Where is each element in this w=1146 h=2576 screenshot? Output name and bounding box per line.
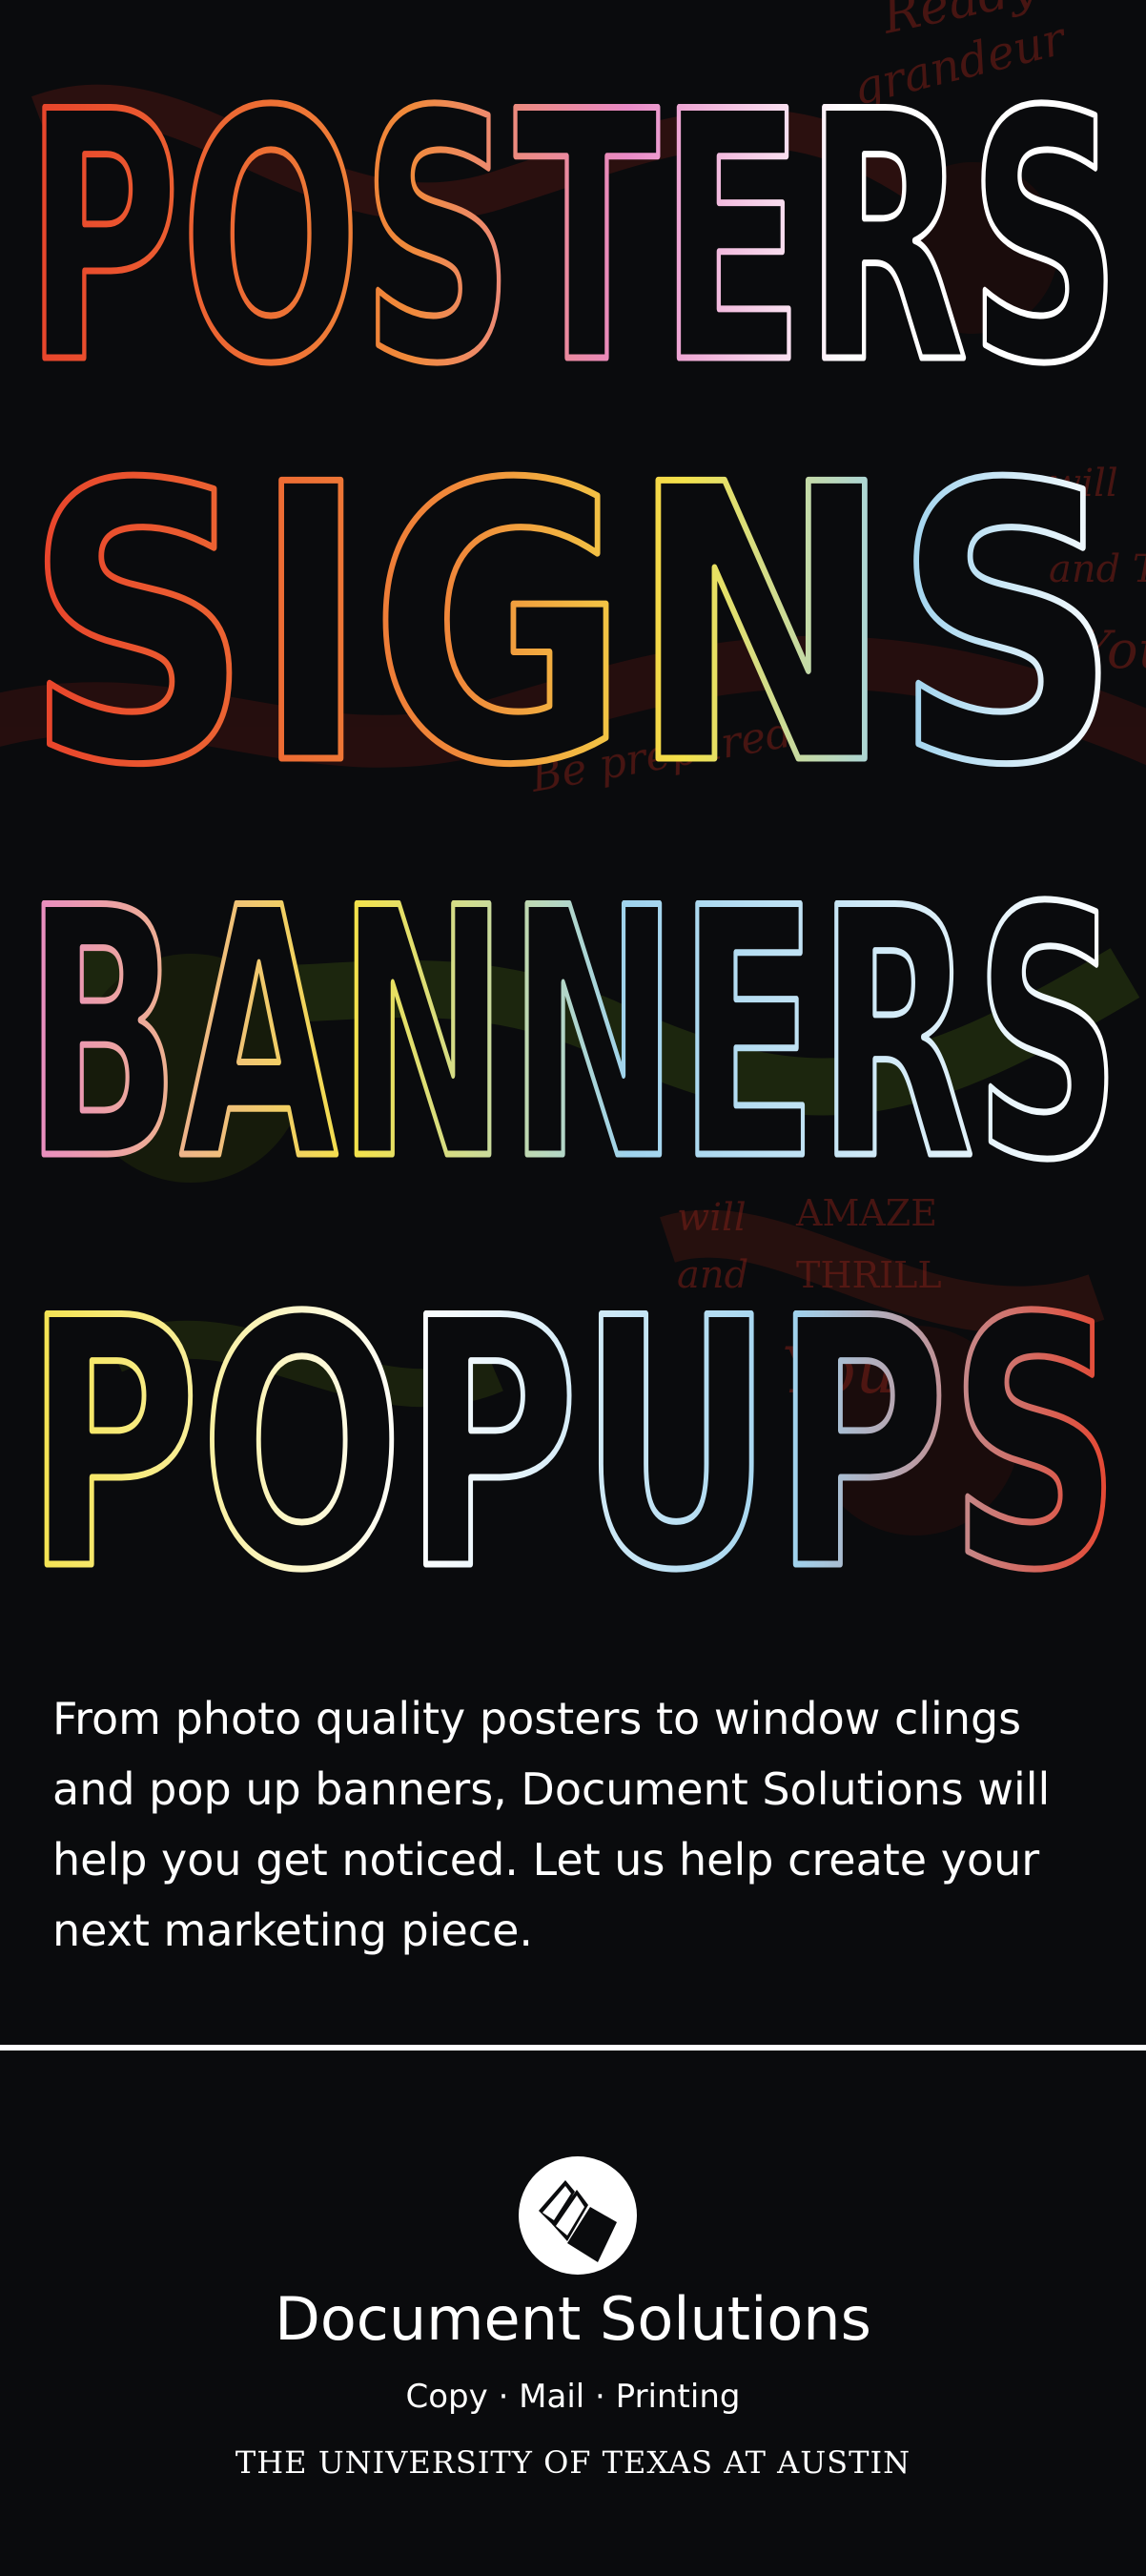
document-solutions-logo-icon	[519, 2156, 637, 2275]
headline-word-1: POSTERS	[25, 39, 1121, 439]
poster: Ready grandeur will and T You Be prepare…	[0, 0, 1146, 2576]
university-name: THE UNIVERSITY OF TEXAS AT AUSTIN	[235, 2444, 911, 2481]
body-text: From photo quality posters to window cli…	[52, 1693, 1051, 1956]
brand-name: Document Solutions	[275, 2284, 871, 2354]
headline-word-3: BANNERS	[25, 835, 1121, 1235]
brand-tagline: Copy · Mail · Printing	[405, 2378, 741, 2416]
divider	[0, 2045, 1146, 2050]
headline-word-2: SIGNS	[25, 405, 1121, 849]
headline: POSTERS SIGNS BANNERS POPUPS	[22, 36, 1125, 1603]
headline-word-4: POPUPS	[25, 1246, 1121, 1602]
